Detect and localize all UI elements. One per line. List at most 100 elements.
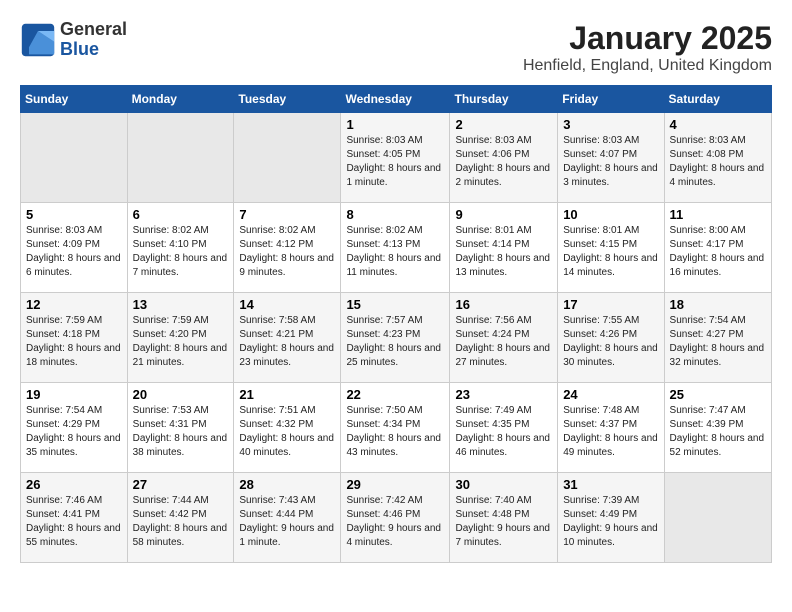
calendar-cell: 25 Sunrise: 7:47 AMSunset: 4:39 PMDayligh… bbox=[664, 383, 771, 473]
day-info: Sunrise: 7:49 AMSunset: 4:35 PMDaylight:… bbox=[455, 404, 552, 460]
logo: General Blue bbox=[20, 20, 127, 60]
calendar-cell: 8Sunrise: 8:02 AMSunset: 4:13 PMDaylight… bbox=[341, 203, 450, 293]
day-number: 16 bbox=[455, 297, 552, 312]
logo-text: General Blue bbox=[60, 20, 127, 60]
day-number: 23 bbox=[455, 387, 552, 402]
day-number: 5 bbox=[26, 207, 122, 222]
day-info: Sunrise: 7:56 AMSunset: 4:24 PMDaylight:… bbox=[455, 314, 552, 370]
day-number: 6 bbox=[133, 207, 229, 222]
day-info: Sunrise: 7:46 AMSunset: 4:41 PMDaylight:… bbox=[26, 494, 122, 550]
calendar-cell: 27 Sunrise: 7:44 AMSunset: 4:42 PMDayligh… bbox=[127, 473, 234, 563]
weekday-header-saturday: Saturday bbox=[664, 86, 771, 113]
day-info: Sunrise: 8:02 AMSunset: 4:12 PMDaylight:… bbox=[239, 224, 335, 280]
day-number: 8 bbox=[346, 207, 444, 222]
day-info: Sunrise: 7:50 AMSunset: 4:34 PMDaylight:… bbox=[346, 404, 444, 460]
day-number: 20 bbox=[133, 387, 229, 402]
day-number: 3 bbox=[563, 117, 658, 132]
day-info: Sunrise: 7:51 AMSunset: 4:32 PMDaylight:… bbox=[239, 404, 335, 460]
calendar-cell: 16 Sunrise: 7:56 AMSunset: 4:24 PMDayligh… bbox=[450, 293, 558, 383]
calendar-header-row: SundayMondayTuesdayWednesdayThursdayFrid… bbox=[21, 86, 772, 113]
calendar-cell: 10Sunrise: 8:01 AMSunset: 4:15 PMDayligh… bbox=[558, 203, 664, 293]
day-number: 28 bbox=[239, 477, 335, 492]
day-number: 15 bbox=[346, 297, 444, 312]
calendar-cell bbox=[664, 473, 771, 563]
weekday-header-thursday: Thursday bbox=[450, 86, 558, 113]
day-number: 21 bbox=[239, 387, 335, 402]
calendar-cell: 21 Sunrise: 7:51 AMSunset: 4:32 PMDayligh… bbox=[234, 383, 341, 473]
day-number: 24 bbox=[563, 387, 658, 402]
day-info: Sunrise: 7:54 AMSunset: 4:27 PMDaylight:… bbox=[670, 314, 766, 370]
calendar-cell: 14Sunrise: 7:58 AMSunset: 4:21 PMDayligh… bbox=[234, 293, 341, 383]
day-info: Sunrise: 7:57 AMSunset: 4:23 PMDaylight:… bbox=[346, 314, 444, 370]
day-number: 29 bbox=[346, 477, 444, 492]
day-info: Sunrise: 8:01 AMSunset: 4:15 PMDaylight:… bbox=[563, 224, 658, 280]
calendar-week-row: 5Sunrise: 8:03 AMSunset: 4:09 PMDaylight… bbox=[21, 203, 772, 293]
calendar-cell: 23 Sunrise: 7:49 AMSunset: 4:35 PMDayligh… bbox=[450, 383, 558, 473]
calendar-week-row: 12 Sunrise: 7:59 AMSunset: 4:18 PMDayligh… bbox=[21, 293, 772, 383]
day-number: 27 bbox=[133, 477, 229, 492]
calendar-cell: 2Sunrise: 8:03 AMSunset: 4:06 PMDaylight… bbox=[450, 113, 558, 203]
calendar-cell bbox=[234, 113, 341, 203]
logo-icon bbox=[20, 22, 56, 58]
day-number: 2 bbox=[455, 117, 552, 132]
day-info: Sunrise: 7:39 AMSunset: 4:49 PMDaylight:… bbox=[563, 494, 658, 550]
day-number: 4 bbox=[670, 117, 766, 132]
calendar-cell: 11Sunrise: 8:00 AMSunset: 4:17 PMDayligh… bbox=[664, 203, 771, 293]
calendar-table: SundayMondayTuesdayWednesdayThursdayFrid… bbox=[20, 85, 772, 563]
calendar-cell: 20Sunrise: 7:53 AMSunset: 4:31 PMDayligh… bbox=[127, 383, 234, 473]
day-info: Sunrise: 7:55 AMSunset: 4:26 PMDaylight:… bbox=[563, 314, 658, 370]
day-info: Sunrise: 8:02 AMSunset: 4:10 PMDaylight:… bbox=[133, 224, 229, 280]
page-subtitle: Henfield, England, United Kingdom bbox=[523, 57, 772, 75]
day-info: Sunrise: 7:44 AMSunset: 4:42 PMDaylight:… bbox=[133, 494, 229, 550]
calendar-cell: 26 Sunrise: 7:46 AMSunset: 4:41 PMDayligh… bbox=[21, 473, 128, 563]
day-info: Sunrise: 8:01 AMSunset: 4:14 PMDaylight:… bbox=[455, 224, 552, 280]
day-info: Sunrise: 7:42 AMSunset: 4:46 PMDaylight:… bbox=[346, 494, 444, 550]
weekday-header-wednesday: Wednesday bbox=[341, 86, 450, 113]
page-title: January 2025 bbox=[523, 20, 772, 57]
calendar-week-row: 19 Sunrise: 7:54 AMSunset: 4:29 PMDayligh… bbox=[21, 383, 772, 473]
day-number: 25 bbox=[670, 387, 766, 402]
day-number: 13 bbox=[133, 297, 229, 312]
day-info: Sunrise: 7:54 AMSunset: 4:29 PMDaylight:… bbox=[26, 404, 122, 460]
calendar-cell: 4 Sunrise: 8:03 AMSunset: 4:08 PMDaylight… bbox=[664, 113, 771, 203]
logo-general: General bbox=[60, 20, 127, 40]
day-info: Sunrise: 7:59 AMSunset: 4:18 PMDaylight:… bbox=[26, 314, 122, 370]
day-number: 1 bbox=[346, 117, 444, 132]
logo-blue: Blue bbox=[60, 40, 127, 60]
calendar-cell: 30Sunrise: 7:40 AMSunset: 4:48 PMDayligh… bbox=[450, 473, 558, 563]
calendar-cell: 29 Sunrise: 7:42 AMSunset: 4:46 PMDayligh… bbox=[341, 473, 450, 563]
day-number: 31 bbox=[563, 477, 658, 492]
calendar-cell: 28 Sunrise: 7:43 AMSunset: 4:44 PMDayligh… bbox=[234, 473, 341, 563]
calendar-cell: 1 Sunrise: 8:03 AMSunset: 4:05 PMDaylight… bbox=[341, 113, 450, 203]
day-number: 7 bbox=[239, 207, 335, 222]
day-info: Sunrise: 8:03 AMSunset: 4:05 PMDaylight:… bbox=[346, 134, 444, 190]
day-number: 12 bbox=[26, 297, 122, 312]
calendar-cell: 6 Sunrise: 8:02 AMSunset: 4:10 PMDaylight… bbox=[127, 203, 234, 293]
day-number: 26 bbox=[26, 477, 122, 492]
title-area: January 2025 Henfield, England, United K… bbox=[523, 20, 772, 75]
calendar-cell: 22Sunrise: 7:50 AMSunset: 4:34 PMDayligh… bbox=[341, 383, 450, 473]
calendar-cell: 19 Sunrise: 7:54 AMSunset: 4:29 PMDayligh… bbox=[21, 383, 128, 473]
day-number: 11 bbox=[670, 207, 766, 222]
day-info: Sunrise: 7:58 AMSunset: 4:21 PMDaylight:… bbox=[239, 314, 335, 370]
day-info: Sunrise: 7:59 AMSunset: 4:20 PMDaylight:… bbox=[133, 314, 229, 370]
day-info: Sunrise: 8:03 AMSunset: 4:08 PMDaylight:… bbox=[670, 134, 766, 190]
calendar-cell: 15 Sunrise: 7:57 AMSunset: 4:23 PMDayligh… bbox=[341, 293, 450, 383]
day-info: Sunrise: 7:43 AMSunset: 4:44 PMDaylight:… bbox=[239, 494, 335, 550]
day-info: Sunrise: 7:47 AMSunset: 4:39 PMDaylight:… bbox=[670, 404, 766, 460]
calendar-cell: 5Sunrise: 8:03 AMSunset: 4:09 PMDaylight… bbox=[21, 203, 128, 293]
day-number: 17 bbox=[563, 297, 658, 312]
day-number: 30 bbox=[455, 477, 552, 492]
calendar-cell bbox=[21, 113, 128, 203]
calendar-cell: 24 Sunrise: 7:48 AMSunset: 4:37 PMDayligh… bbox=[558, 383, 664, 473]
weekday-header-tuesday: Tuesday bbox=[234, 86, 341, 113]
day-number: 19 bbox=[26, 387, 122, 402]
day-info: Sunrise: 8:03 AMSunset: 4:07 PMDaylight:… bbox=[563, 134, 658, 190]
calendar-cell: 9 Sunrise: 8:01 AMSunset: 4:14 PMDaylight… bbox=[450, 203, 558, 293]
day-number: 18 bbox=[670, 297, 766, 312]
calendar-cell: 31 Sunrise: 7:39 AMSunset: 4:49 PMDayligh… bbox=[558, 473, 664, 563]
weekday-header-friday: Friday bbox=[558, 86, 664, 113]
day-info: Sunrise: 7:48 AMSunset: 4:37 PMDaylight:… bbox=[563, 404, 658, 460]
calendar-cell: 13 Sunrise: 7:59 AMSunset: 4:20 PMDayligh… bbox=[127, 293, 234, 383]
day-number: 9 bbox=[455, 207, 552, 222]
